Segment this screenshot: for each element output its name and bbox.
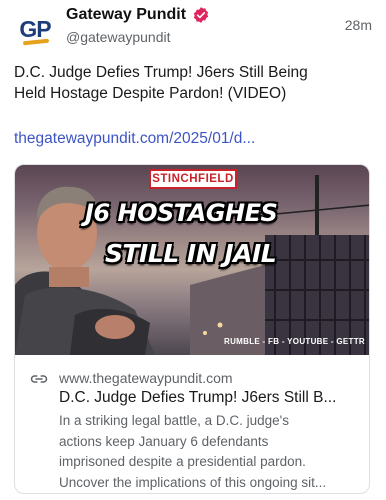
card-description: In a striking legal battle, a D.C. judge…	[59, 411, 364, 493]
post-text: D.C. Judge Defies Trump! J6ers Still Bei…	[14, 62, 364, 104]
post-link[interactable]: thegatewaypundit.com/2025/01/d...	[14, 130, 255, 148]
post-timestamp[interactable]: 28m	[345, 17, 372, 33]
image-headline: STILL IN JAIL	[105, 239, 277, 268]
image-headline: J6 HOSTAGHES	[85, 199, 278, 227]
social-post: GP Gateway Pundit @gatewaypundit 28m D.C…	[0, 0, 386, 500]
post-text-line: Held Hostage Despite Pardon! (VIDEO)	[14, 85, 287, 102]
card-description-line: imprisoned despite a presidential pardon…	[59, 454, 306, 469]
post-text-line: D.C. Judge Defies Trump! J6ers Still Bei…	[14, 64, 308, 81]
card-description-line: actions keep January 6 defendants	[59, 433, 269, 449]
card-domain: www.thegatewaypundit.com	[59, 370, 233, 386]
link-icon	[30, 375, 48, 383]
link-preview-card[interactable]: STINCHFIELD J6 HOSTAGHES STILL IN JAIL R…	[14, 164, 370, 494]
author-name-row: Gateway Pundit	[66, 6, 210, 24]
platforms-label: RUMBLE - FB - YOUTUBE - GETTR	[224, 337, 365, 346]
author-handle[interactable]: @gatewaypundit	[66, 29, 171, 45]
author-avatar[interactable]: GP	[14, 8, 56, 50]
card-description-line: Uncover the implications of this ongoing…	[59, 474, 327, 490]
card-description-line: In a striking legal battle, a D.C. judge…	[59, 413, 289, 428]
brand-label: STINCHFIELD	[149, 169, 237, 189]
card-title[interactable]: D.C. Judge Defies Trump! J6ers Still B..…	[59, 389, 359, 407]
verified-badge-icon	[193, 7, 209, 23]
author-display-name[interactable]: Gateway Pundit	[66, 6, 186, 24]
preview-card-body[interactable]: www.thegatewaypundit.com D.C. Judge Defi…	[15, 355, 369, 493]
preview-image[interactable]: STINCHFIELD J6 HOSTAGHES STILL IN JAIL R…	[15, 165, 369, 355]
